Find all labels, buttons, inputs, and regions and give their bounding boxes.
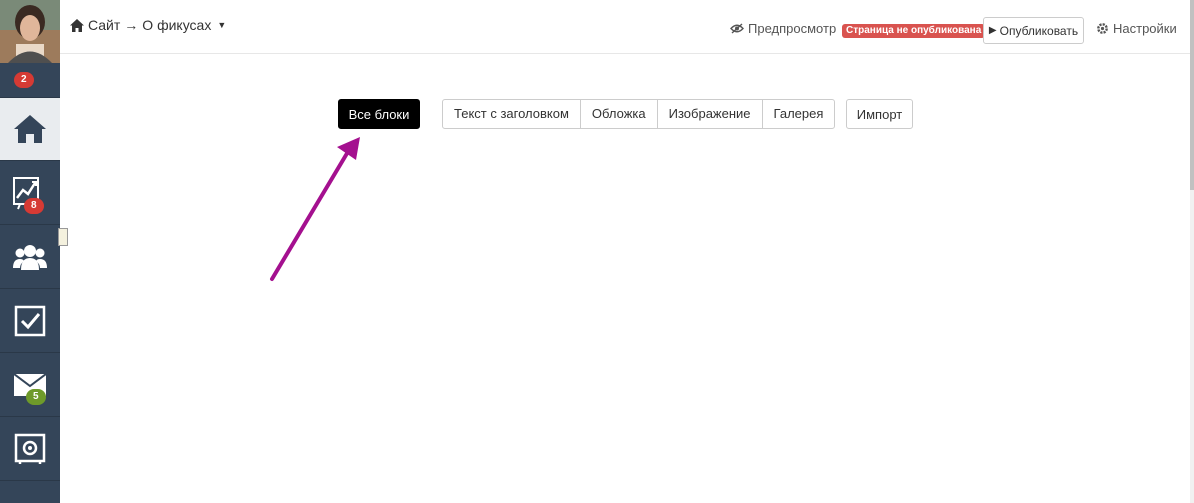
sidebar-item-messages[interactable]: 5 [0, 352, 60, 416]
breadcrumb-page[interactable]: О фикусах [142, 17, 211, 33]
publish-label: Опубликовать [999, 23, 1079, 38]
block-type-filter-group: Текст с заголовком Обложка Изображение Г… [442, 99, 836, 129]
sidebar-item-stats[interactable]: 8 [0, 160, 60, 224]
sidebar-item-tasks[interactable] [0, 288, 60, 352]
filter-image[interactable]: Изображение [656, 99, 763, 129]
breadcrumb[interactable]: Сайт → О фикусах ▼ [70, 17, 226, 33]
settings-link[interactable]: Настройки [1096, 21, 1177, 36]
publish-button[interactable]: ▶ Опубликовать [983, 17, 1084, 44]
annotation-arrow [270, 137, 360, 281]
scrollbar[interactable] [1190, 0, 1194, 503]
filter-gallery[interactable]: Галерея [761, 99, 836, 129]
all-blocks-button[interactable]: Все блоки [338, 99, 420, 129]
filter-text-with-heading[interactable]: Текст с заголовком [442, 99, 581, 129]
sidebar-item-users[interactable] [0, 224, 60, 288]
users-icon [13, 244, 47, 270]
import-button[interactable]: Импорт [846, 99, 913, 129]
play-icon: ▶ [988, 25, 997, 36]
small-popup-indicator [58, 228, 68, 246]
scrollbar-thumb[interactable] [1190, 0, 1194, 190]
filter-cover[interactable]: Обложка [579, 99, 658, 129]
chevron-down-icon[interactable]: ▼ [217, 20, 226, 30]
sidebar-item-home[interactable] [0, 97, 60, 160]
messages-badge: 5 [26, 389, 46, 405]
breadcrumb-separator: → [124, 17, 139, 33]
avatar[interactable] [0, 0, 60, 63]
sidebar-item-storage[interactable] [0, 416, 60, 480]
sidebar-divider [0, 480, 60, 481]
checkbox-icon [14, 305, 46, 336]
home-icon [70, 18, 84, 32]
settings-label: Настройки [1113, 21, 1177, 36]
settings-box-icon [14, 433, 46, 464]
top-bar: Сайт → О фикусах ▼ Предпросмотр Страница… [60, 0, 1190, 54]
gear-icon [1097, 23, 1108, 34]
sidebar: 2 8 5 [0, 0, 60, 503]
preview-label: Предпросмотр [748, 21, 837, 36]
home-icon [14, 115, 46, 143]
breadcrumb-site[interactable]: Сайт [88, 17, 120, 33]
eye-slash-icon [730, 23, 744, 34]
avatar-notification-badge: 2 [14, 72, 34, 88]
preview-link[interactable]: Предпросмотр [730, 21, 836, 36]
status-badge: Страница не опубликована [842, 24, 986, 38]
stats-badge: 8 [24, 198, 44, 214]
